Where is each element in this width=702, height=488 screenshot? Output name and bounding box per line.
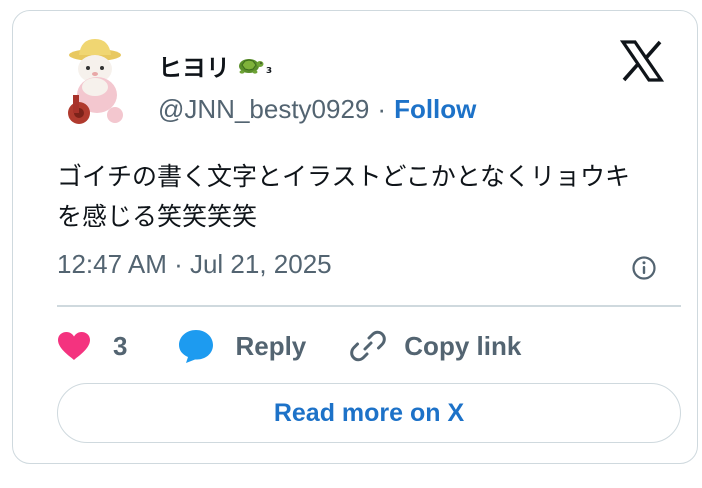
like-count: 3 [113, 330, 128, 361]
tweet-card: ヒヨリ ₃ @JNN_besty0929 · Follow ゴイチの書く文字とイ… [12, 10, 698, 464]
divider [57, 305, 681, 307]
action-bar: 3 Reply Copy link [57, 325, 521, 367]
avatar[interactable] [55, 35, 135, 129]
avatar-image [68, 39, 123, 124]
link-icon [350, 330, 387, 362]
reply-button[interactable]: Reply [177, 329, 306, 363]
info-icon[interactable] [631, 255, 657, 281]
tweet-text: ゴイチの書く文字とイラストどこかとなくリョウキ を感じる笑笑笑笑 [57, 157, 677, 237]
tweet-timestamp[interactable]: 12:47 AM · Jul 21, 2025 [57, 249, 332, 280]
copy-link-button[interactable]: Copy link [350, 328, 521, 364]
name-row: ヒヨリ ₃ [158, 48, 273, 83]
display-name[interactable]: ヒヨリ [158, 48, 230, 83]
user-handle[interactable]: @JNN_besty0929 [158, 94, 369, 125]
read-more-button[interactable]: Read more on X [57, 383, 681, 443]
read-more-label: Read more on X [273, 398, 465, 427]
reply-bubble-icon [179, 330, 214, 363]
x-logo-icon[interactable] [619, 39, 665, 83]
handle-row: @JNN_besty0929 · Follow [158, 93, 476, 125]
tweet-text-line: を感じる笑笑笑笑 [57, 202, 258, 231]
follow-button[interactable]: Follow [394, 94, 476, 125]
copy-link-label: Copy link [404, 330, 522, 361]
tweet-text-line: ゴイチの書く文字とイラストどこかとなくリョウキ [57, 162, 631, 191]
name-suffix: ₃ [266, 61, 273, 77]
heart-icon [58, 332, 90, 360]
turtle-icon [236, 54, 264, 76]
like-button[interactable]: 3 [57, 331, 127, 362]
separator-dot: · [377, 93, 387, 124]
reply-label: Reply [235, 330, 307, 361]
